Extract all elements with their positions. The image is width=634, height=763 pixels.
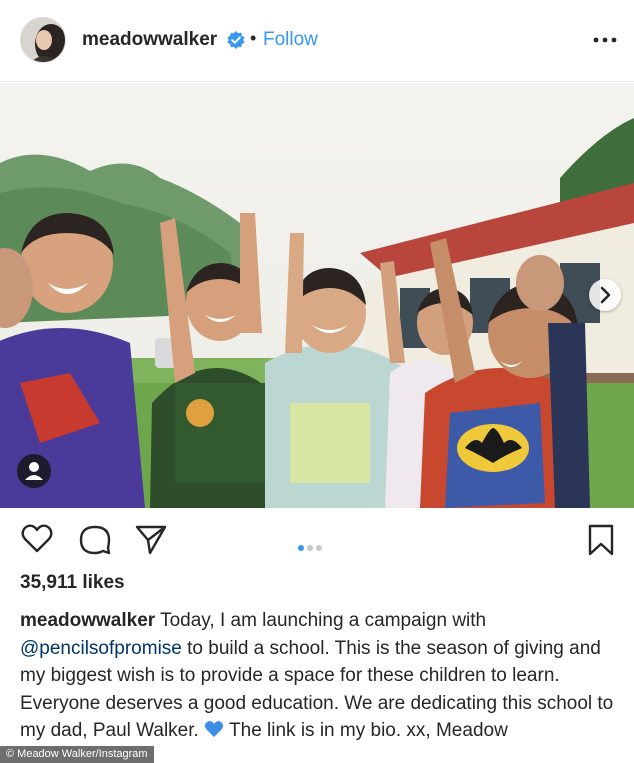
blue-heart-emoji [204,721,224,737]
caption-text: The link is in my bio. xx, Meadow [224,720,508,741]
caption-text: Today, I am launching a campaign with [155,610,487,631]
separator-dot: • [250,28,257,48]
more-options-icon[interactable] [592,28,618,52]
photo-credit: © Meadow Walker/Instagram [0,746,154,763]
carousel-next-button[interactable] [589,279,621,311]
avatar-image [21,18,65,62]
bookmark-icon[interactable] [586,523,616,557]
likes-count[interactable]: 35,911 likes [20,572,125,594]
post-photo[interactable] [0,83,634,508]
carousel-dot [307,545,313,551]
avatar[interactable] [20,17,66,63]
caption-mention[interactable]: @pencilsofpromise [20,638,182,659]
caption-username[interactable]: meadowwalker [20,610,155,631]
verified-badge-icon [227,31,245,49]
follow-button[interactable]: Follow [263,29,318,51]
comment-icon[interactable] [78,523,112,555]
post-caption: meadowwalker Today, I am launching a cam… [20,607,620,745]
carousel-dot [316,545,322,551]
post-username[interactable]: meadowwalker [82,29,217,51]
post-photo-image [0,83,634,508]
carousel-dot-active [298,545,304,551]
user-tag-button[interactable] [17,454,51,488]
action-bar [0,508,634,568]
paper-plane-icon[interactable] [134,523,168,555]
chevron-right-icon [600,286,611,304]
user-tag-icon [25,462,43,480]
post-header: meadowwalker • Follow [0,0,634,82]
carousel-indicator [298,538,325,556]
heart-outline-icon[interactable] [20,523,54,555]
